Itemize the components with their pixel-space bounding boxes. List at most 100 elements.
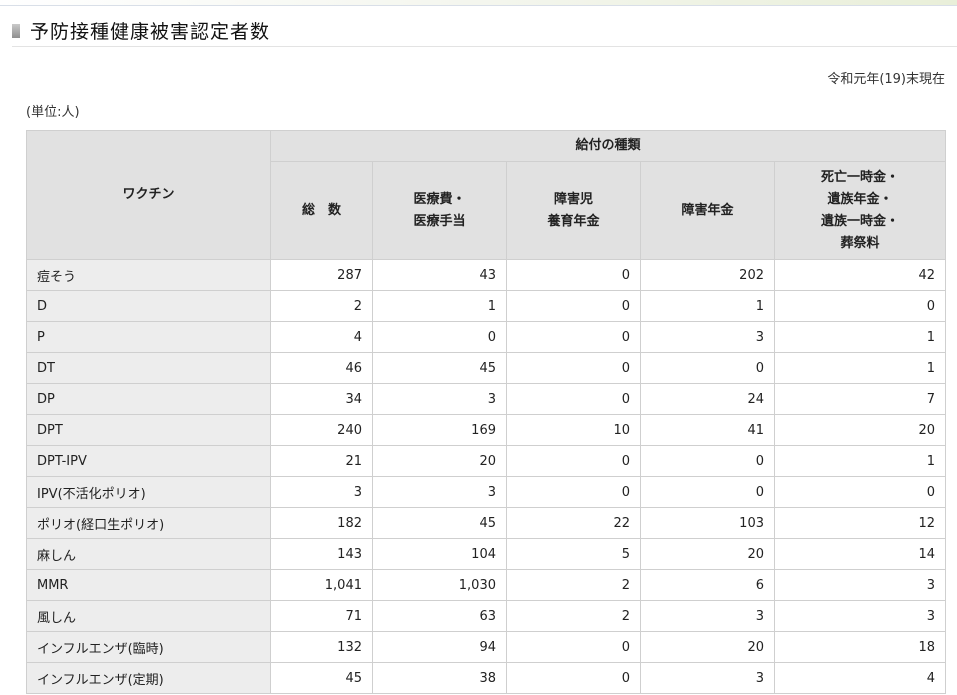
table-row: インフルエンザ(臨時) 132 94 0 20 18	[26, 631, 946, 663]
header-label-line: 養育年金	[547, 213, 600, 229]
count-cell: 0	[506, 383, 641, 415]
page-title: 予防接種健康被害認定者数	[30, 21, 271, 43]
count-cell: 287	[270, 259, 373, 291]
as-of-date: 令和元年(19)末現在	[827, 72, 945, 87]
count-cell: 20	[372, 445, 507, 477]
vaccine-name-cell: P	[26, 321, 271, 353]
table-row: インフルエンザ(定期) 45 38 0 3 4	[26, 662, 946, 694]
table-row: DPT 240 169 10 41 20	[26, 414, 946, 446]
certification-table: ワクチン 給付の種類 総 数医療費・ 医療手当 障害児 養育年金 障害年金 死亡一時金・遺…	[26, 130, 946, 694]
vaccine-name-cell: DT	[26, 352, 271, 384]
table-row: DT 46 45 0 0 1	[26, 352, 946, 384]
count-cell: 3	[640, 600, 775, 632]
count-cell: 0	[506, 476, 641, 508]
header-disability-pension: 障害年金	[640, 161, 775, 260]
count-cell: 94	[372, 631, 507, 663]
table-row: MMR 1,041 1,030 2 6 3	[26, 569, 946, 601]
count-cell: 1,041	[270, 569, 373, 601]
count-cell: 3	[372, 383, 507, 415]
count-cell: 240	[270, 414, 373, 446]
count-cell: 6	[640, 569, 775, 601]
count-cell: 169	[372, 414, 507, 446]
count-cell: 41	[640, 414, 775, 446]
header-vaccine: ワクチン	[26, 130, 271, 260]
count-cell: 0	[506, 631, 641, 663]
count-cell: 42	[774, 259, 946, 291]
count-cell: 2	[506, 569, 641, 601]
header-label-line: 葬祭料	[840, 235, 880, 251]
count-cell: 2	[506, 600, 641, 632]
count-cell: 0	[640, 445, 775, 477]
count-cell: 45	[372, 507, 507, 539]
count-cell: 34	[270, 383, 373, 415]
count-cell: 3	[640, 662, 775, 694]
header-label-line: 死亡一時金・	[820, 169, 899, 185]
header-label-line: 遺族一時金・	[820, 213, 899, 229]
vaccine-name-cell: 痘そう	[26, 259, 271, 291]
count-cell: 4	[774, 662, 946, 694]
top-decoration	[0, 0, 957, 6]
vaccine-name-cell: DPT	[26, 414, 271, 446]
header-label-line: 医療費・	[413, 191, 466, 207]
count-cell: 38	[372, 662, 507, 694]
vaccine-name-cell: インフルエンザ(定期)	[26, 662, 271, 694]
count-cell: 5	[506, 538, 641, 570]
count-cell: 0	[774, 290, 946, 322]
header-label-line: 遺族年金・	[827, 191, 893, 207]
header-total: 総 数	[270, 161, 373, 260]
count-cell: 0	[640, 352, 775, 384]
count-cell: 182	[270, 507, 373, 539]
count-cell: 103	[640, 507, 775, 539]
count-cell: 1	[774, 445, 946, 477]
vaccine-name-cell: インフルエンザ(臨時)	[26, 631, 271, 663]
page-header: 予防接種健康被害認定者数	[12, 8, 957, 47]
table-row: DPT-IPV 21 20 0 0 1	[26, 445, 946, 477]
header-label-line: 障害児	[553, 191, 593, 207]
header-label-line: 総 数	[301, 202, 341, 218]
vaccine-name-cell: DP	[26, 383, 271, 415]
vaccine-name-cell: ポリオ(経口生ポリオ)	[26, 507, 271, 539]
header-row-group: ワクチン 給付の種類	[26, 130, 946, 260]
count-cell: 24	[640, 383, 775, 415]
count-cell: 3	[774, 600, 946, 632]
header-label-line: 医療手当	[413, 213, 466, 229]
header-child-disability: 障害児 養育年金	[506, 161, 641, 260]
count-cell: 20	[774, 414, 946, 446]
title-marker-icon	[12, 24, 20, 38]
header-medical: 医療費・ 医療手当	[372, 161, 507, 260]
vaccine-name-cell: D	[26, 290, 271, 322]
count-cell: 0	[506, 259, 641, 291]
count-cell: 0	[506, 352, 641, 384]
count-cell: 1,030	[372, 569, 507, 601]
count-cell: 0	[506, 290, 641, 322]
count-cell: 1	[774, 352, 946, 384]
count-cell: 0	[372, 321, 507, 353]
count-cell: 45	[372, 352, 507, 384]
table-row: 痘そう 287 43 0 202 42	[26, 259, 946, 291]
table-row: D21010	[26, 290, 946, 322]
count-cell: 20	[640, 631, 775, 663]
header-label-line: 障害年金	[681, 202, 734, 218]
count-cell: 71	[270, 600, 373, 632]
count-cell: 46	[270, 352, 373, 384]
count-cell: 21	[270, 445, 373, 477]
count-cell: 0	[506, 445, 641, 477]
count-cell: 10	[506, 414, 641, 446]
count-cell: 63	[372, 600, 507, 632]
count-cell: 4	[270, 321, 373, 353]
count-cell: 132	[270, 631, 373, 663]
count-cell: 104	[372, 538, 507, 570]
count-cell: 45	[270, 662, 373, 694]
count-cell: 20	[640, 538, 775, 570]
count-cell: 3	[640, 321, 775, 353]
count-cell: 0	[506, 662, 641, 694]
count-cell: 3	[270, 476, 373, 508]
vaccine-name-cell: MMR	[26, 569, 271, 601]
header-benefit-types: 給付の種類	[270, 130, 946, 162]
table-row: P40031	[26, 321, 946, 353]
vaccine-name-cell: DPT-IPV	[26, 445, 271, 477]
count-cell: 0	[506, 321, 641, 353]
vaccine-name-cell: IPV(不活化ポリオ)	[26, 476, 271, 508]
count-cell: 0	[774, 476, 946, 508]
count-cell: 0	[640, 476, 775, 508]
